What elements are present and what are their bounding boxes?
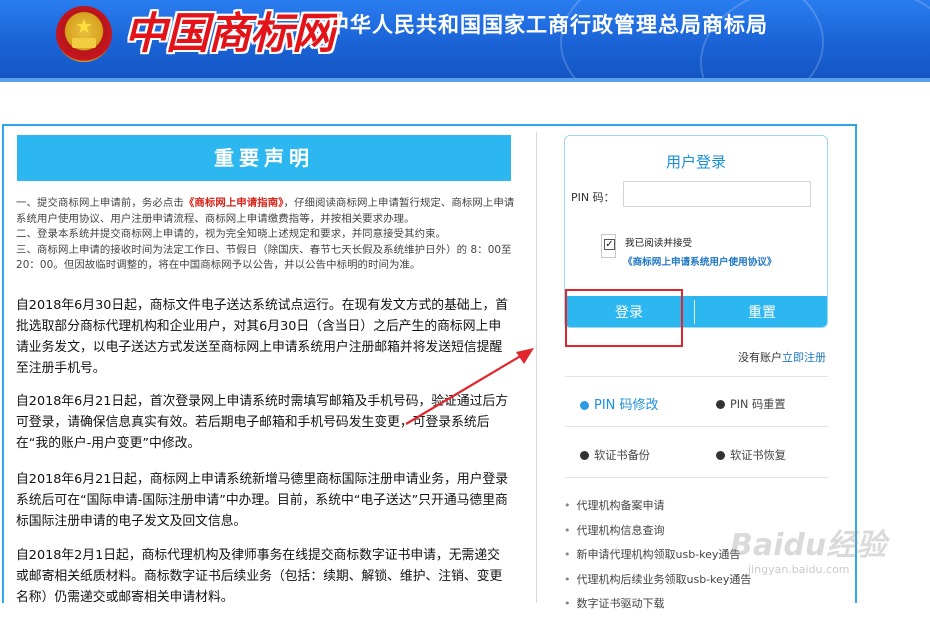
header-divider [0, 78, 930, 82]
notice-banner: 重要声明 [17, 135, 511, 181]
user-agreement-link[interactable]: 《商标网上申请系统用户使用协议》 [623, 254, 777, 268]
agreement-label: 我已阅读并接受 [625, 238, 693, 249]
highlight-box [565, 289, 683, 347]
login-title: 用户登录 [665, 153, 726, 171]
reset-button[interactable]: 重置 [697, 296, 827, 327]
pin-edit-link[interactable]: PIN 码修改 [580, 394, 659, 413]
pin-edit-label: PIN 码修改 [594, 398, 659, 413]
divider [565, 426, 828, 427]
no-account-text: 没有账户 [738, 351, 782, 364]
notice-line3: 三、商标网上申请的接收时间为法定工作日、节假日（除国庆、春节七天长假及系统维护日… [16, 243, 512, 272]
pin-reset-link[interactable]: PIN 码重置 [716, 396, 786, 412]
header-title: 中华人民共和国国家工商行政管理总局商标局 [328, 13, 768, 37]
site-header: ★ 中国商标网 中华人民共和国国家工商行政管理总局商标局 [0, 0, 930, 78]
cert-restore-label: 软证书恢复 [730, 449, 786, 462]
pin-edit-icon [580, 401, 589, 410]
cert-restore-icon [716, 451, 725, 460]
baidu-watermark: Baidu经验 [730, 528, 887, 563]
announcement-paragraph: 自2018年2月1日起，商标代理机构及律师事务在线提交商标数字证书申请，无需递交… [16, 548, 503, 605]
divider [565, 477, 828, 478]
agreement-checkbox[interactable]: ✓ [601, 234, 616, 258]
register-prompt: 没有账户立即注册 [738, 349, 826, 365]
pin-reset-icon [716, 400, 725, 409]
site-logo[interactable]: 中国商标网 [124, 4, 335, 64]
cert-restore-link[interactable]: 软证书恢复 [716, 447, 786, 463]
notice-line1-prefix: 一、提交商标网上申请前，务必点击 [16, 197, 184, 209]
side-link-item[interactable]: 代理机构备案申请 [564, 494, 834, 519]
notice-text: 一、提交商标网上申请前，务必点击《商标网上申请指南》，仔细阅读商标网上申请暂行规… [16, 196, 516, 274]
cert-backup-label: 软证书备份 [594, 449, 650, 462]
annotation-arrow-icon [405, 348, 534, 425]
side-link-item[interactable]: 数字证书驱动下载 [564, 592, 834, 617]
register-link[interactable]: 立即注册 [782, 351, 826, 364]
application-guide-link[interactable]: 《商标网上申请指南》 [184, 197, 284, 209]
notice-line2: 二、登录本系统并提交商标网上申请的，视为完全知晓上述规定和要求，并同意接受其约束… [16, 228, 447, 240]
button-separator [694, 300, 695, 324]
cert-backup-link[interactable]: 软证书备份 [580, 447, 650, 463]
watermark-url: jingyan.baidu.com [748, 563, 850, 576]
divider [565, 376, 828, 377]
pin-label: PIN 码： [571, 191, 615, 204]
national-emblem-icon: ★ [56, 6, 112, 62]
checkmark-icon: ✓ [604, 239, 615, 250]
pin-reset-label: PIN 码重置 [730, 398, 786, 411]
pin-input[interactable] [623, 181, 811, 207]
cert-backup-icon [580, 451, 589, 460]
announcement-paragraph: 自2018年6月21日起，商标网上申请系统新增马德里商标国际注册申请业务，用户登… [16, 472, 509, 529]
